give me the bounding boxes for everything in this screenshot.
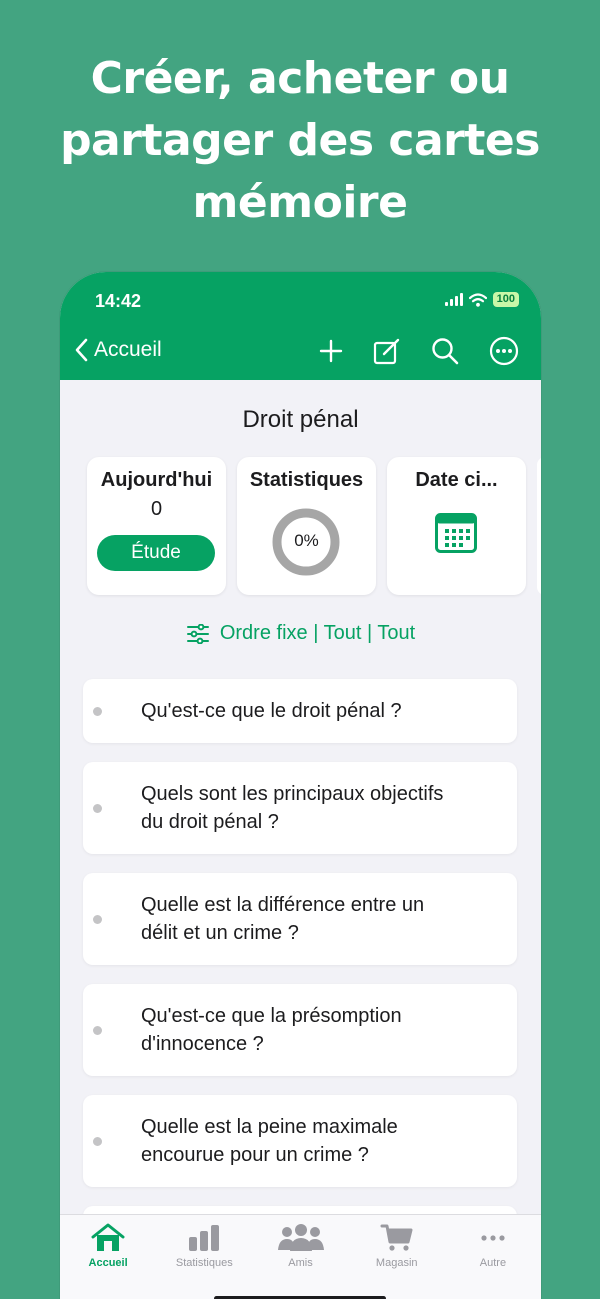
back-label: Accueil	[94, 338, 162, 361]
headline-line-1: Créer, acheter ou	[90, 53, 510, 104]
plus-icon[interactable]	[319, 339, 343, 363]
calendar-icon	[435, 513, 477, 553]
question-line: Qu'est-ce que le droit pénal ?	[141, 700, 402, 722]
top-bar: 14:42 100 Accueil	[60, 272, 541, 380]
question-line: Quelle est la peine maximale	[141, 1116, 398, 1138]
question-text: Qu'est-ce que le droit pénal ?	[141, 697, 402, 725]
today-label: Aujourd'hui	[100, 469, 213, 491]
cart-icon	[380, 1224, 413, 1251]
question-line: encourue pour un crime ?	[141, 1144, 369, 1166]
question-text: Qu'est-ce que la présomption d'innocence…	[141, 1002, 402, 1058]
tab-magasin[interactable]: Magasin	[349, 1215, 445, 1299]
headline-line-3: mémoire	[192, 177, 408, 228]
question-line: du droit pénal ?	[141, 811, 279, 833]
ellipsis-icon	[481, 1235, 505, 1241]
headline-line-2: partager des cartes	[60, 115, 540, 166]
list-item[interactable]: Quels sont les principaux objectifs du d…	[83, 762, 517, 854]
deck-title: Droit pénal	[242, 406, 359, 433]
filter-button[interactable]: Ordre fixe | Tout | Tout	[60, 622, 541, 645]
tab-statistiques[interactable]: Statistiques	[156, 1215, 252, 1299]
tab-autre[interactable]: Autre	[445, 1215, 541, 1299]
status-icons: 100	[444, 292, 519, 307]
statistics-label: Statistiques	[249, 469, 364, 491]
question-text: Quels sont les principaux objectifs du d…	[141, 780, 443, 836]
tab-label: Statistiques	[175, 1257, 233, 1269]
battery-indicator: 100	[492, 292, 519, 307]
phone-screen: 14:42 100 Accueil Droit pénal Aujourd'hu…	[60, 272, 541, 1299]
next-card-peek	[537, 457, 541, 595]
status-dot	[93, 1026, 102, 1035]
question-line: délit et un crime ?	[141, 922, 299, 944]
promo-headline: Créer, acheter ou partager des cartes mé…	[0, 48, 600, 234]
question-list: Qu'est-ce que le droit pénal ? Quels son…	[83, 679, 517, 1285]
question-text: Quelle est la différence entre un délit …	[141, 891, 424, 947]
tab-label: Magasin	[375, 1257, 418, 1269]
home-icon	[91, 1223, 125, 1251]
tab-amis[interactable]: Amis	[252, 1215, 348, 1299]
filter-label: Ordre fixe | Tout | Tout	[219, 622, 416, 644]
question-line: d'innocence ?	[141, 1033, 264, 1055]
status-dot	[93, 915, 102, 924]
today-card[interactable]: Aujourd'hui 0 Étude	[87, 457, 226, 595]
status-dot	[93, 1137, 102, 1146]
back-button[interactable]: Accueil	[74, 338, 162, 362]
tab-label: Autre	[479, 1257, 507, 1269]
edit-icon[interactable]	[373, 337, 401, 365]
people-icon	[277, 1224, 324, 1251]
search-icon[interactable]	[431, 337, 459, 365]
status-dot	[93, 804, 102, 813]
list-item[interactable]: Quelle est la peine maximale encourue po…	[83, 1095, 517, 1187]
more-icon[interactable]	[489, 336, 519, 366]
sliders-icon	[186, 623, 209, 644]
list-item[interactable]: Quelle est la différence entre un délit …	[83, 873, 517, 965]
study-button[interactable]: Étude	[97, 535, 215, 571]
question-line: Quelle est la différence entre un	[141, 894, 425, 916]
today-count: 0	[150, 498, 163, 520]
tab-label: Accueil	[88, 1257, 128, 1269]
tab-accueil[interactable]: Accueil	[60, 1215, 156, 1299]
question-line: Quels sont les principaux objectifs	[141, 783, 444, 805]
question-text: Quelle est la peine maximale encourue po…	[141, 1113, 398, 1169]
wifi-icon	[468, 292, 487, 307]
tab-bar: Accueil Statistiques Amis Magasin Autre	[60, 1214, 541, 1299]
statistics-card[interactable]: Statistiques 0%	[237, 457, 376, 595]
date-card[interactable]: Date ci...	[387, 457, 526, 595]
bar-chart-icon	[189, 1225, 220, 1251]
progress-percent: 0%	[294, 531, 319, 550]
question-line: Qu'est-ce que la présomption	[141, 1005, 402, 1027]
date-label: Date ci...	[415, 469, 498, 491]
nav-actions	[319, 336, 519, 366]
tab-label: Amis	[288, 1257, 313, 1269]
list-item[interactable]: Qu'est-ce que le droit pénal ?	[83, 679, 517, 743]
summary-cards: Aujourd'hui 0 Étude Statistiques 0% Date…	[87, 457, 541, 595]
list-item[interactable]: Qu'est-ce que la présomption d'innocence…	[83, 984, 517, 1076]
chevron-left-icon	[75, 338, 88, 362]
status-time: 14:42	[95, 291, 142, 311]
status-dot	[93, 707, 102, 716]
signal-icon	[444, 293, 463, 306]
